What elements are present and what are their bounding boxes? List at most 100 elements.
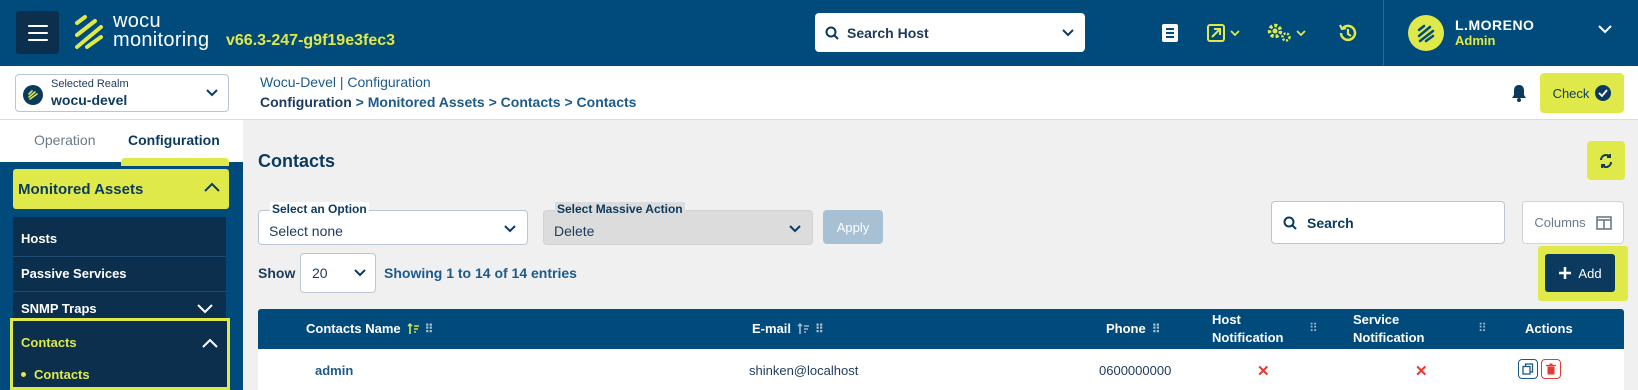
user-name: L.MORENO — [1455, 17, 1535, 33]
sidebar-item-passive-services[interactable]: Passive Services — [21, 266, 127, 281]
chevron-up-icon — [204, 182, 220, 192]
column-title: Service Notification — [1353, 311, 1425, 347]
sort-asc-icon[interactable] — [407, 322, 419, 335]
column-title: Phone — [1106, 321, 1146, 336]
column-header-host-notification[interactable]: Host Notification — [1212, 311, 1284, 347]
user-role: Admin — [1455, 33, 1496, 48]
user-menu-chevron-icon[interactable] — [1598, 25, 1612, 34]
wocu-logo-icon — [75, 15, 103, 49]
columns-button[interactable]: Columns — [1522, 201, 1624, 244]
app-logo-text: wocu monitoring — [113, 11, 209, 50]
divider — [13, 291, 226, 292]
trash-icon — [1546, 363, 1556, 375]
avatar[interactable] — [1408, 15, 1444, 51]
add-label: Add — [1578, 265, 1602, 281]
breadcrumb-separator: > — [564, 94, 573, 110]
sidebar-item-snmp-traps[interactable]: SNMP Traps — [21, 301, 97, 316]
breadcrumb-separator: > — [488, 94, 497, 110]
column-title-line: Notification — [1353, 330, 1425, 345]
column-header-name[interactable]: Contacts Name ⠿ — [306, 321, 433, 336]
breadcrumb: Configuration > Monitored Assets > Conta… — [260, 94, 636, 110]
settings-menu[interactable] — [1266, 20, 1306, 46]
massive-action-value: Delete — [554, 223, 595, 239]
add-button-highlight: Add — [1538, 246, 1628, 301]
column-header-service-notification[interactable]: Service Notification — [1353, 311, 1425, 347]
tab-operation[interactable]: Operation — [34, 132, 95, 148]
massive-action-select[interactable]: Select Massive Action Delete — [543, 202, 813, 245]
external-links-menu[interactable] — [1206, 20, 1240, 46]
page-size-value: 20 — [312, 265, 328, 281]
menu-toggle-button[interactable] — [16, 11, 59, 54]
header-divider — [1383, 0, 1384, 66]
bell-icon[interactable] — [1511, 84, 1527, 102]
page-size-select[interactable]: 20 — [300, 253, 376, 293]
chevron-down-icon — [504, 225, 516, 233]
drag-handle-icon[interactable]: ⠿ — [1309, 321, 1318, 335]
breadcrumb-item[interactable]: Contacts — [501, 94, 561, 110]
breadcrumb-item[interactable]: Monitored Assets — [368, 94, 485, 110]
chevron-down-icon — [206, 89, 218, 97]
host-search-placeholder: Search Host — [847, 24, 929, 41]
breadcrumb-item-current: Contacts — [576, 94, 637, 110]
search-icon — [1283, 216, 1297, 230]
add-button[interactable]: Add — [1545, 254, 1615, 292]
hamburger-line — [27, 24, 48, 27]
refresh-icon — [1600, 153, 1612, 168]
massive-action-label: Select Massive Action — [555, 202, 685, 216]
tab-configuration[interactable]: Configuration — [128, 132, 220, 148]
column-header-phone[interactable]: Phone ⠿ — [1106, 321, 1161, 336]
chevron-down-icon — [1062, 29, 1074, 37]
copy-icon — [1522, 363, 1534, 375]
column-header-email[interactable]: E-mail ⠿ — [752, 321, 824, 336]
column-title-line: Host — [1212, 312, 1241, 327]
gears-icon — [1267, 23, 1291, 42]
hamburger-line — [27, 38, 48, 41]
check-button-label: Check — [1552, 85, 1590, 101]
drag-handle-icon[interactable]: ⠿ — [425, 322, 434, 336]
option-select[interactable]: Select an Option Select none — [258, 202, 528, 245]
drag-handle-icon[interactable]: ⠿ — [1152, 322, 1161, 336]
app-version: v66.3-247-g9f19e3fec3 — [226, 32, 396, 49]
drag-handle-icon[interactable]: ⠿ — [1478, 321, 1487, 335]
breadcrumb-separator: > — [355, 94, 364, 110]
table-header: Contacts Name ⠿ E-mail ⠿ Phone ⠿ Host No… — [258, 309, 1624, 349]
sidebar-group-label: Monitored Assets — [18, 180, 144, 198]
sidebar-item-contacts-sub[interactable]: Contacts — [21, 367, 90, 382]
breadcrumb-item[interactable]: Configuration — [260, 94, 352, 110]
sidebar-group-contacts: Contacts Contacts — [10, 318, 230, 390]
copy-button[interactable] — [1518, 359, 1538, 379]
contact-name-link[interactable]: admin — [315, 363, 353, 378]
top-bar: wocu monitoring v66.3-247-g9f19e3fec3 Se… — [0, 0, 1638, 66]
refresh-button[interactable] — [1587, 141, 1625, 180]
sidebar-group-monitored-assets[interactable]: Monitored Assets — [13, 169, 229, 209]
search-placeholder: Search — [1307, 214, 1354, 231]
wocu-logo-icon — [1417, 24, 1435, 43]
wocu-logo-icon — [28, 90, 38, 100]
entries-info: Showing 1 to 14 of 14 entries — [384, 265, 577, 281]
sidebar-item-contacts[interactable]: Contacts — [21, 335, 77, 350]
column-title: E-mail — [752, 321, 792, 336]
apply-button[interactable]: Apply — [823, 210, 883, 244]
chevron-up-icon[interactable] — [201, 337, 219, 349]
realm-selector[interactable]: Selected Realm wocu-devel — [15, 74, 229, 112]
chevron-down-icon[interactable] — [196, 303, 214, 315]
host-search-select[interactable]: Search Host — [815, 13, 1085, 52]
history-icon — [1339, 24, 1357, 42]
documentation-button[interactable] — [1160, 20, 1180, 46]
sidebar-item-hosts[interactable]: Hosts — [21, 231, 57, 246]
hamburger-line — [27, 31, 48, 34]
drag-handle-icon[interactable]: ⠿ — [815, 322, 824, 336]
history-button[interactable] — [1337, 20, 1359, 46]
delete-button[interactable] — [1541, 359, 1561, 379]
table-search-input[interactable]: Search — [1271, 201, 1505, 244]
active-dot — [21, 372, 26, 377]
show-label: Show — [258, 265, 296, 281]
column-title-line: Service — [1353, 312, 1400, 327]
check-button[interactable]: Check — [1540, 73, 1624, 113]
external-link-icon — [1207, 24, 1225, 42]
chevron-down-icon — [1230, 29, 1240, 36]
table-row: admin shinken@localhost 0600000000 ✕ ✕ — [258, 349, 1624, 390]
sort-icon[interactable] — [797, 322, 810, 335]
contact-phone: 0600000000 — [1099, 363, 1172, 378]
column-header-actions: Actions — [1525, 321, 1573, 336]
